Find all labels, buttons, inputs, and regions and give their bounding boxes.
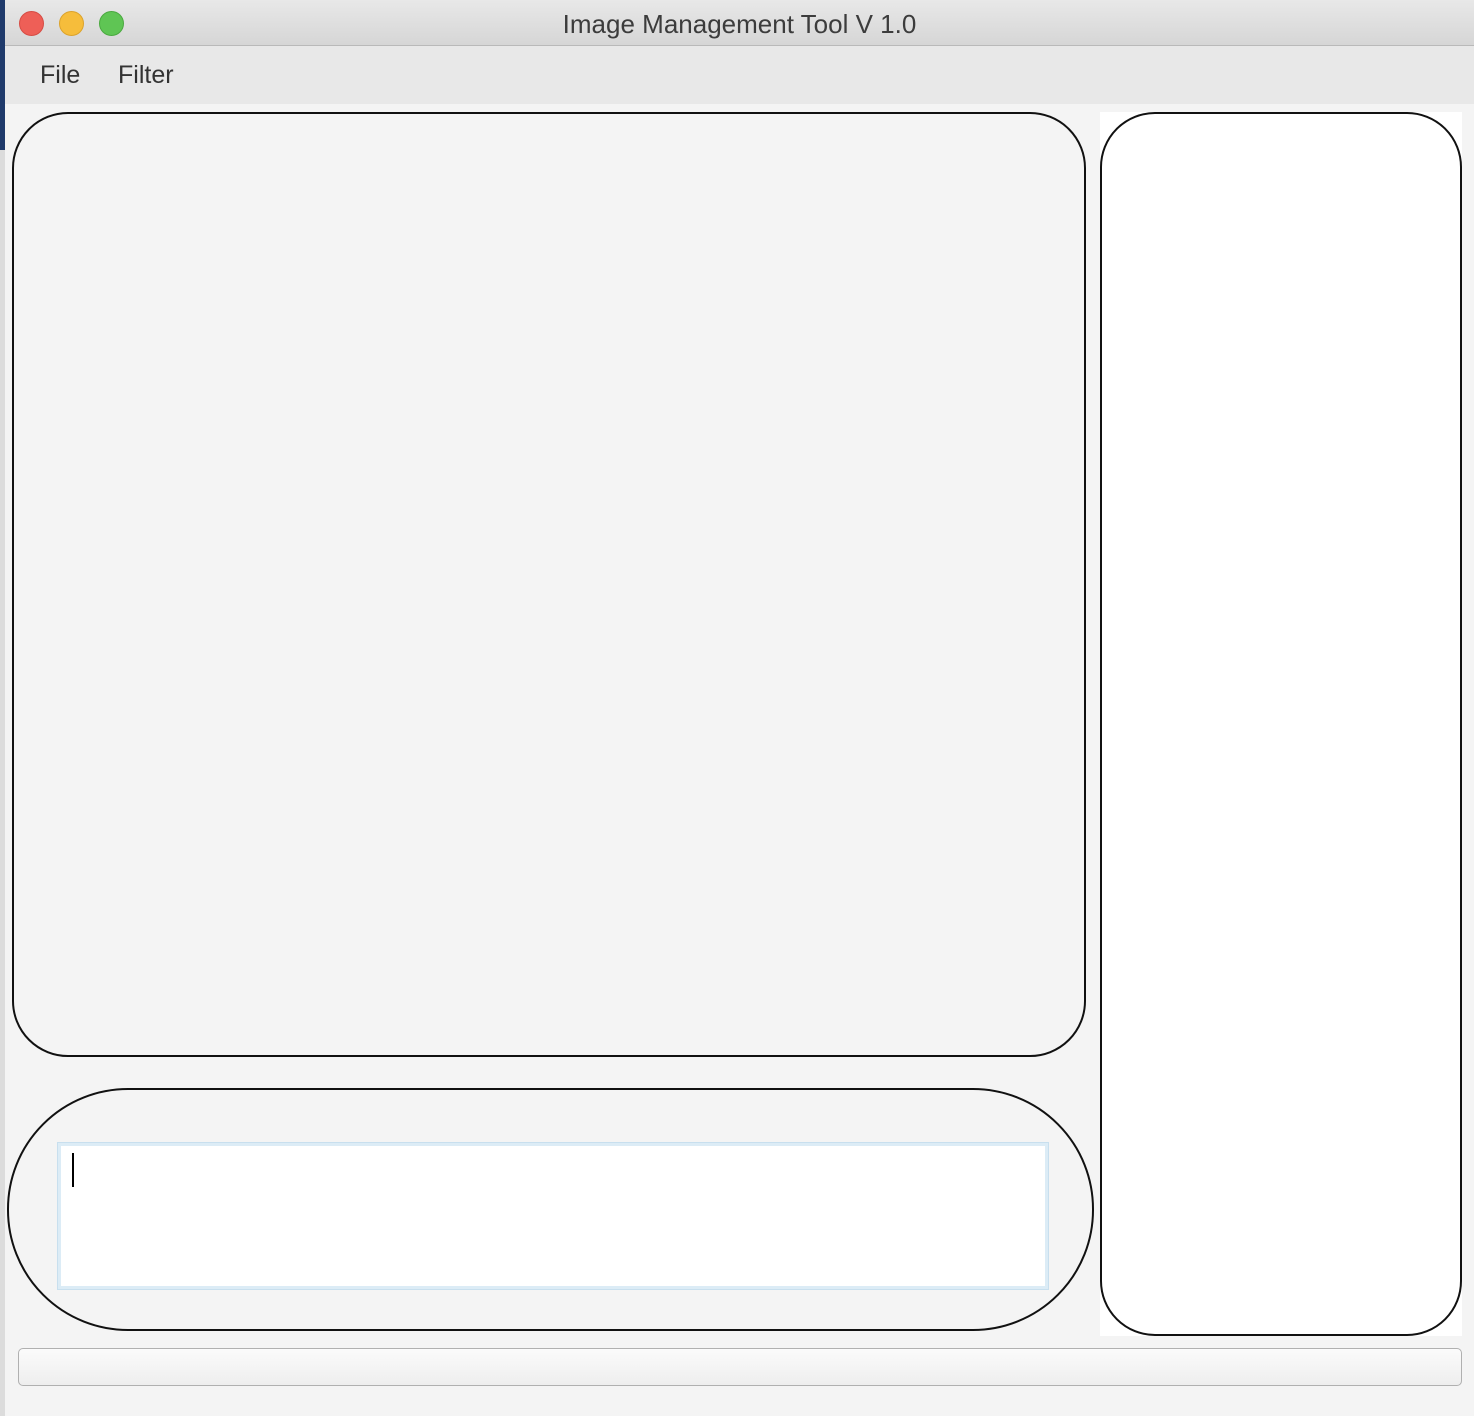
menu-file[interactable]: File — [40, 46, 80, 104]
status-bar — [18, 1348, 1462, 1386]
menu-filter[interactable]: Filter — [118, 46, 174, 104]
text-input-area[interactable] — [57, 1142, 1049, 1290]
input-panel — [7, 1088, 1094, 1331]
app-window: Image Management Tool V 1.0 File Filter — [5, 0, 1474, 1416]
side-column — [1100, 112, 1462, 1336]
window-title: Image Management Tool V 1.0 — [562, 9, 917, 39]
menu-bar: File Filter — [5, 46, 1474, 104]
title-bar[interactable]: Image Management Tool V 1.0 — [5, 0, 1474, 46]
main-content — [5, 104, 1474, 1416]
text-cursor — [72, 1153, 74, 1187]
side-list-panel[interactable] — [1100, 112, 1462, 1336]
image-display-panel[interactable] — [12, 112, 1086, 1057]
